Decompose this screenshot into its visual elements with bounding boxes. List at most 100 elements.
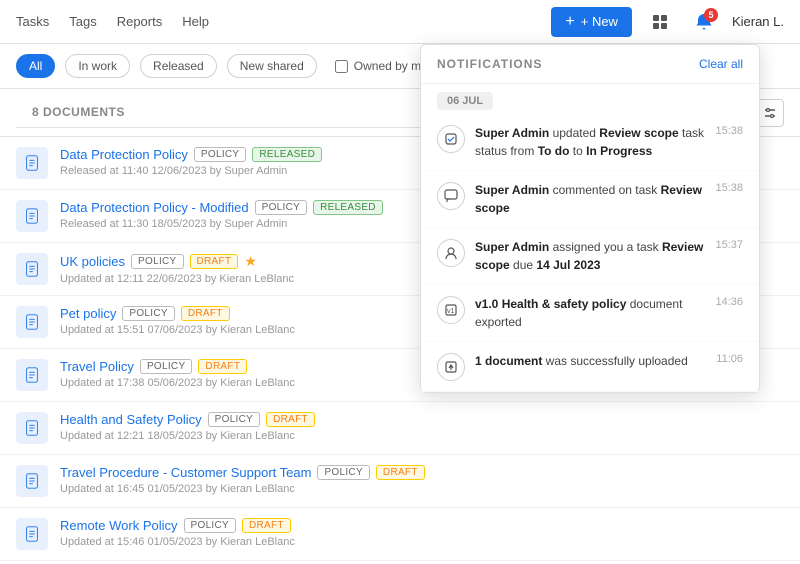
doc-item[interactable]: Travel Procedure - Customer Support Team…	[0, 455, 800, 508]
tag-policy: POLICY	[255, 200, 307, 215]
doc-title: Data Protection Policy	[60, 147, 188, 162]
doc-icon	[16, 200, 48, 232]
tag-policy: POLICY	[131, 254, 183, 269]
doc-info: Health and Safety Policy POLICY DRAFT Upd…	[60, 412, 784, 442]
svg-text:v1: v1	[447, 308, 455, 315]
doc-title: Data Protection Policy - Modified	[60, 200, 249, 215]
tag-policy: POLICY	[184, 518, 236, 533]
document-icon	[23, 472, 41, 490]
document-icon	[23, 260, 41, 278]
nav-help[interactable]: Help	[182, 14, 209, 29]
tag-draft: DRAFT	[376, 465, 425, 480]
owned-by-me-filter[interactable]: Owned by me	[335, 59, 428, 73]
tag-draft: DRAFT	[190, 254, 239, 269]
tag-policy: POLICY	[140, 359, 192, 374]
notif-time: 11:06	[716, 353, 743, 365]
top-nav: Tasks Tags Reports Help + + New 5 Kieran…	[0, 0, 800, 44]
tag-released: RELEASED	[252, 147, 322, 162]
doc-icon	[16, 518, 48, 550]
notifications-panel: NOTIFICATIONS Clear all 06 JUL Super Adm…	[420, 44, 760, 393]
filter-adjust-button[interactable]	[756, 99, 784, 127]
tag-draft: DRAFT	[198, 359, 247, 374]
doc-title-row: Remote Work Policy POLICY DRAFT	[60, 518, 784, 533]
document-icon	[23, 525, 41, 543]
grid-icon	[651, 13, 669, 31]
document-icon	[23, 419, 41, 437]
doc-icon	[16, 306, 48, 338]
doc-icon	[16, 359, 48, 391]
date-badge: 06 JUL	[437, 92, 493, 110]
grid-icon-button[interactable]	[644, 6, 676, 38]
doc-title-row: Health and Safety Policy POLICY DRAFT	[60, 412, 784, 427]
tag-policy: POLICY	[317, 465, 369, 480]
doc-item[interactable]: Health and Safety Policy POLICY DRAFT Upd…	[0, 402, 800, 455]
tag-draft: DRAFT	[242, 518, 291, 533]
notif-text: Super Admin assigned you a task Review s…	[475, 238, 705, 274]
tag-policy: POLICY	[194, 147, 246, 162]
tag-draft: DRAFT	[181, 306, 230, 321]
doc-info: Remote Work Policy POLICY DRAFT Updated a…	[60, 518, 784, 548]
filter-all[interactable]: All	[16, 54, 55, 78]
doc-meta: Updated at 12:21 18/05/2023 by Kieran Le…	[60, 430, 784, 442]
notif-time: 14:36	[715, 296, 743, 308]
document-icon	[23, 313, 41, 331]
notif-time: 15:37	[715, 239, 743, 251]
doc-title: Remote Work Policy	[60, 518, 178, 533]
notification-item[interactable]: Super Admin commented on task Review sco…	[421, 171, 759, 228]
notif-time: 15:38	[715, 182, 743, 194]
owned-checkbox[interactable]	[335, 60, 348, 73]
notif-text: Super Admin updated Review scope task st…	[475, 124, 705, 160]
notif-icon	[437, 182, 465, 210]
doc-title: Travel Procedure - Customer Support Team	[60, 465, 311, 480]
notif-icon	[437, 239, 465, 267]
nav-tasks[interactable]: Tasks	[16, 14, 49, 29]
notif-text: Super Admin commented on task Review sco…	[475, 181, 705, 217]
nav-right: + + New 5 Kieran L.	[551, 6, 784, 38]
doc-icon	[16, 147, 48, 179]
new-button[interactable]: + + New	[551, 7, 632, 37]
document-icon	[23, 207, 41, 225]
sliders-icon	[763, 106, 777, 120]
notification-item[interactable]: 1 document was successfully uploaded 11:…	[421, 342, 759, 392]
nav-links: Tasks Tags Reports Help	[16, 14, 551, 29]
notifications-button[interactable]: 5	[688, 6, 720, 38]
doc-meta: Updated at 15:46 01/05/2023 by Kieran Le…	[60, 536, 784, 548]
notification-badge: 5	[704, 8, 718, 22]
doc-icon	[16, 253, 48, 285]
notification-item[interactable]: v1 v1.0 Health & safety policy document …	[421, 285, 759, 342]
doc-title-row: Travel Procedure - Customer Support Team…	[60, 465, 784, 480]
tag-draft: DRAFT	[266, 412, 315, 427]
notifications-header: NOTIFICATIONS Clear all	[421, 45, 759, 84]
notif-time: 15:38	[715, 125, 743, 137]
notif-text: v1.0 Health & safety policy document exp…	[475, 295, 705, 331]
notifications-title: NOTIFICATIONS	[437, 57, 542, 71]
doc-item[interactable]: Remote Work Policy POLICY DRAFT Updated a…	[0, 508, 800, 561]
tag-released: RELEASED	[313, 200, 383, 215]
document-icon	[23, 366, 41, 384]
doc-info: Travel Procedure - Customer Support Team…	[60, 465, 784, 495]
notif-icon: v1	[437, 296, 465, 324]
doc-meta: Updated at 16:45 01/05/2023 by Kieran Le…	[60, 483, 784, 495]
doc-title: Travel Policy	[60, 359, 134, 374]
nav-tags[interactable]: Tags	[69, 14, 96, 29]
nav-reports[interactable]: Reports	[117, 14, 163, 29]
doc-title: UK policies	[60, 254, 125, 269]
user-name[interactable]: Kieran L.	[732, 14, 784, 29]
clear-all-button[interactable]: Clear all	[699, 57, 743, 71]
notification-item[interactable]: Super Admin updated Review scope task st…	[421, 114, 759, 171]
star-icon: ★	[244, 253, 257, 270]
notification-item[interactable]: Super Admin assigned you a task Review s…	[421, 228, 759, 285]
doc-title: Pet policy	[60, 306, 116, 321]
tag-policy: POLICY	[122, 306, 174, 321]
notif-icon	[437, 125, 465, 153]
filter-released[interactable]: Released	[140, 54, 217, 78]
filter-new-shared[interactable]: New shared	[227, 54, 317, 78]
notifications-list: 06 JUL Super Admin updated Review scope …	[421, 84, 759, 392]
document-icon	[23, 154, 41, 172]
notif-icon	[437, 353, 465, 381]
notif-text: 1 document was successfully uploaded	[475, 352, 706, 370]
doc-icon	[16, 465, 48, 497]
filter-in-work[interactable]: In work	[65, 54, 130, 78]
doc-title: Health and Safety Policy	[60, 412, 202, 427]
tag-policy: POLICY	[208, 412, 260, 427]
